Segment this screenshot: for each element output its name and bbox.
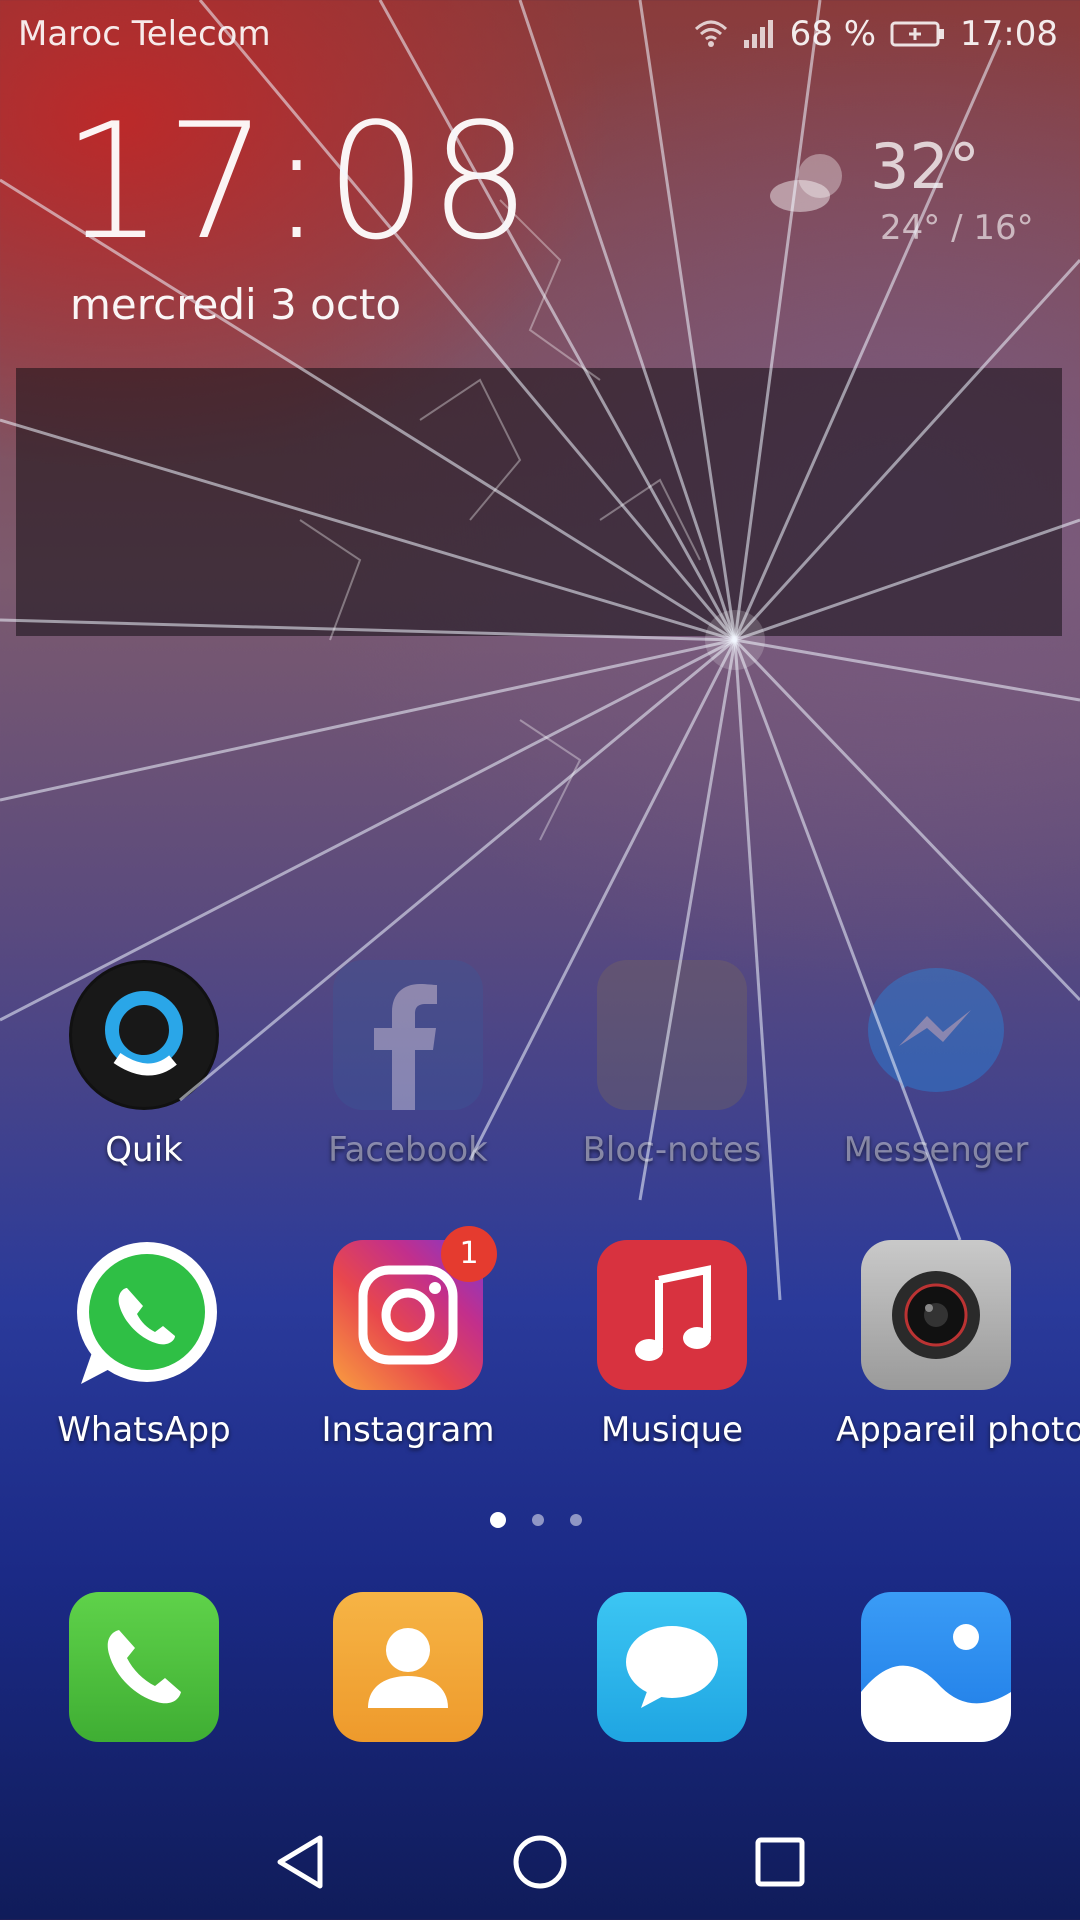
dock-phone[interactable]: [44, 1592, 244, 1742]
phone-icon: [69, 1592, 219, 1742]
notification-badge: 1: [441, 1226, 497, 1282]
messages-icon: [597, 1592, 747, 1742]
contacts-icon: [333, 1592, 483, 1742]
app-facebook[interactable]: Facebook: [308, 960, 508, 1170]
app-bloc-notes[interactable]: Bloc-notes: [572, 960, 772, 1170]
carrier-name: Maroc Telecom: [18, 14, 271, 54]
instagram-icon: 1: [333, 1226, 497, 1390]
music-icon: [597, 1240, 747, 1390]
app-messenger[interactable]: Messenger: [836, 960, 1036, 1170]
page-dot-1[interactable]: [490, 1512, 506, 1528]
page-dot-3[interactable]: [570, 1514, 582, 1526]
clock-widget-time[interactable]: 17:08: [62, 88, 533, 275]
partly-cloudy-icon: [770, 154, 842, 212]
app-appareil-photo[interactable]: Appareil photo: [836, 1240, 1080, 1450]
app-label: Quik: [105, 1130, 183, 1170]
widget-panel: [16, 368, 1062, 636]
app-instagram[interactable]: 1 Instagram: [308, 1226, 508, 1450]
signal-icon: [743, 20, 773, 48]
dock-contacts[interactable]: [308, 1592, 508, 1742]
navigation-bar: [0, 1800, 1080, 1920]
app-label: WhatsApp: [57, 1410, 231, 1450]
weather-widget[interactable]: 32° 24° / 16°: [760, 130, 1060, 270]
app-label: Facebook: [328, 1130, 488, 1170]
back-icon[interactable]: [260, 1822, 340, 1902]
status-bar: Maroc Telecom 68 % 17:08: [0, 0, 1080, 72]
gallery-icon: [861, 1592, 1011, 1742]
app-musique[interactable]: Musique: [572, 1240, 772, 1450]
home-icon[interactable]: [500, 1822, 580, 1902]
status-time: 17:08: [960, 14, 1058, 54]
camera-icon: [861, 1240, 1011, 1390]
battery-percent: 68 %: [789, 14, 877, 54]
page-indicator: [490, 1512, 582, 1528]
app-label: Messenger: [843, 1130, 1029, 1170]
app-label: Bloc-notes: [582, 1130, 762, 1170]
dock-messages[interactable]: [572, 1592, 772, 1742]
app-whatsapp[interactable]: WhatsApp: [44, 1240, 244, 1450]
notes-icon: [597, 960, 747, 1110]
messenger-icon: [861, 960, 1011, 1110]
facebook-icon: [333, 960, 483, 1110]
quik-icon: [69, 960, 219, 1110]
app-quik[interactable]: Quik: [44, 960, 244, 1170]
page-dot-2[interactable]: [532, 1514, 544, 1526]
status-icons: 68 % 17:08: [694, 14, 1058, 54]
weather-temperature: 32°: [870, 130, 980, 203]
app-label: Instagram: [321, 1410, 495, 1450]
weather-range: 24° / 16°: [880, 208, 1034, 248]
wifi-icon: [694, 20, 727, 47]
dock-gallery[interactable]: [836, 1592, 1036, 1742]
battery-icon: [890, 21, 945, 47]
app-label: Musique: [600, 1410, 744, 1450]
whatsapp-icon: [69, 1240, 219, 1390]
recents-icon[interactable]: [740, 1822, 820, 1902]
app-label: Appareil photo: [836, 1410, 1080, 1450]
clock-widget-date[interactable]: mercredi 3 octo: [70, 280, 401, 329]
